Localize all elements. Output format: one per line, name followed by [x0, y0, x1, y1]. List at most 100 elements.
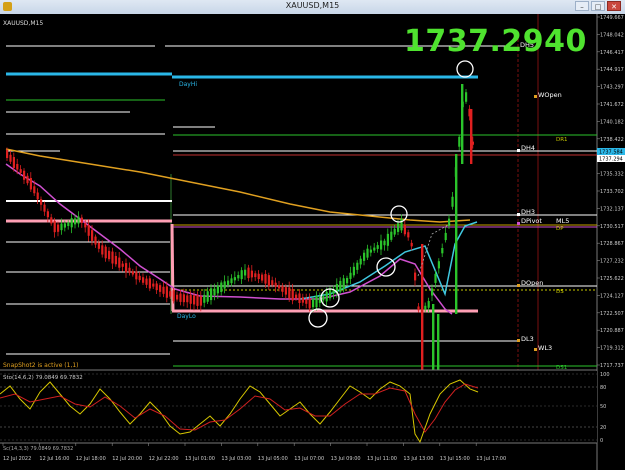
- price-axis: 1749.667 1748.042 1746.417 1744.917 1743.297…: [597, 15, 624, 369]
- window-titlebar[interactable]: XAUUSD,M15 – □ ✕: [0, 0, 625, 15]
- candle-body: [322, 296, 325, 301]
- candle-body: [352, 266, 355, 276]
- price-axis-label: 1749.667: [600, 15, 624, 21]
- candle-body: [108, 250, 111, 260]
- chart-window: XAUUSD,M15 – □ ✕ XAUUSD,M15 DH5 DayHi WO…: [0, 0, 625, 470]
- candle-body: [448, 218, 451, 227]
- time-axis-label: 12 Jul 18:00: [76, 456, 106, 462]
- candle-body: [223, 281, 226, 289]
- candle-body: [57, 224, 60, 232]
- level-marker: [517, 222, 520, 225]
- close-button[interactable]: ✕: [607, 1, 621, 11]
- price-axis-label: 1746.417: [600, 50, 624, 56]
- candle-body: [152, 283, 155, 287]
- candle-body: [67, 222, 70, 227]
- candle-body: [26, 175, 29, 184]
- candle-body: [383, 240, 386, 246]
- candle-body: [465, 92, 468, 102]
- candle-body: [254, 273, 257, 278]
- candle-body: [288, 287, 291, 299]
- candle-body: [155, 283, 158, 291]
- candle-body: [403, 225, 406, 235]
- candle-body: [346, 278, 349, 284]
- candle-body: [121, 263, 124, 267]
- candle-body: [393, 228, 396, 235]
- candle-body: [349, 272, 352, 279]
- candle-body: [230, 278, 233, 284]
- candle-body: [257, 273, 260, 280]
- chart-symbol-label: XAUUSD,M15: [3, 20, 43, 27]
- candle-body: [284, 287, 287, 295]
- candle-body: [410, 242, 413, 247]
- candle-body: [70, 218, 73, 228]
- stoch-axis-label: 50: [600, 404, 606, 410]
- candle-body: [244, 269, 247, 276]
- candle-body: [159, 285, 162, 292]
- candle-body: [295, 294, 298, 299]
- level-label-dh3: DH3: [521, 208, 535, 216]
- candle-body: [63, 223, 66, 228]
- price-axis-label: 1724.127: [600, 293, 624, 299]
- level-label-dayhi: DayHi: [179, 81, 197, 88]
- price-axis-label: 1725.622: [600, 276, 624, 282]
- candle-body: [16, 163, 19, 170]
- candle-body: [162, 286, 165, 294]
- maximize-button[interactable]: □: [591, 1, 605, 11]
- minimize-button[interactable]: –: [575, 1, 589, 11]
- candle-body: [237, 275, 240, 279]
- candle-body: [118, 257, 121, 268]
- time-axis-label: 13 Jul 01:00: [185, 456, 215, 462]
- candle-body: [46, 211, 49, 218]
- stoch-axis-label: 20: [600, 425, 606, 431]
- candle-body: [424, 305, 427, 310]
- candle-body: [145, 278, 148, 285]
- price-axis-label: 1730.517: [600, 224, 624, 230]
- candle-body: [182, 294, 185, 303]
- candle-body: [40, 199, 43, 205]
- level-marker: [517, 149, 520, 152]
- candle-body: [414, 272, 417, 281]
- candle-body: [339, 280, 342, 292]
- candle-body: [91, 230, 94, 241]
- candle-body: [291, 289, 294, 301]
- candle-body: [373, 247, 376, 251]
- candle-body: [356, 262, 359, 270]
- time-axis: 12 Jul 2022 12 Jul 16:00 12 Jul 18:00 12 Ju…: [2, 443, 506, 462]
- candle-body: [315, 295, 318, 308]
- candle-body: [216, 285, 219, 294]
- candle-body: [274, 282, 277, 287]
- stoch-axis-label: 0: [600, 438, 603, 444]
- time-axis-label: 13 Jul 11:00: [367, 456, 397, 462]
- candle-body: [94, 236, 97, 245]
- candle-body: [101, 245, 104, 255]
- price-axis-label: 1738.422: [600, 137, 624, 143]
- candle-body: [278, 285, 281, 289]
- candle-body: [369, 249, 372, 253]
- stochastic-label: Sto(14,6,2) 79.0849 69.7832: [3, 375, 83, 381]
- candle-body: [104, 246, 107, 259]
- time-axis-label: 13 Jul 09:00: [331, 456, 361, 462]
- time-axis-label: 12 Jul 20:00: [112, 456, 142, 462]
- price-axis-label: 1744.917: [600, 67, 624, 73]
- window-controls: – □ ✕: [575, 1, 621, 11]
- candle-body: [233, 277, 236, 281]
- candle-body: [6, 149, 9, 159]
- candle-body: [298, 293, 301, 303]
- price-axis-label: 1717.737: [600, 363, 624, 369]
- time-axis-label: 13 Jul 03:00: [221, 456, 251, 462]
- level-label-ml5: ML5: [556, 217, 569, 225]
- level-label-wl3: WL3: [538, 344, 552, 352]
- candle-body: [60, 223, 63, 231]
- candle-body: [131, 271, 134, 275]
- candle-body: [186, 295, 189, 303]
- time-axis-label: 12 Jul 16:00: [39, 456, 69, 462]
- price-axis-label: 1728.867: [600, 241, 624, 247]
- main-plot-area[interactable]: [0, 14, 597, 370]
- price-chart[interactable]: XAUUSD,M15 DH5 DayHi WOpen DR1 DH4 DH3 D…: [0, 14, 625, 470]
- price-axis-label: 1727.232: [600, 259, 624, 265]
- candle-body: [359, 258, 362, 265]
- level-label-dl3: DL3: [521, 335, 534, 343]
- candle-body: [77, 216, 80, 224]
- candle-body: [264, 273, 267, 284]
- current-price-display: 1737.2940: [404, 24, 587, 59]
